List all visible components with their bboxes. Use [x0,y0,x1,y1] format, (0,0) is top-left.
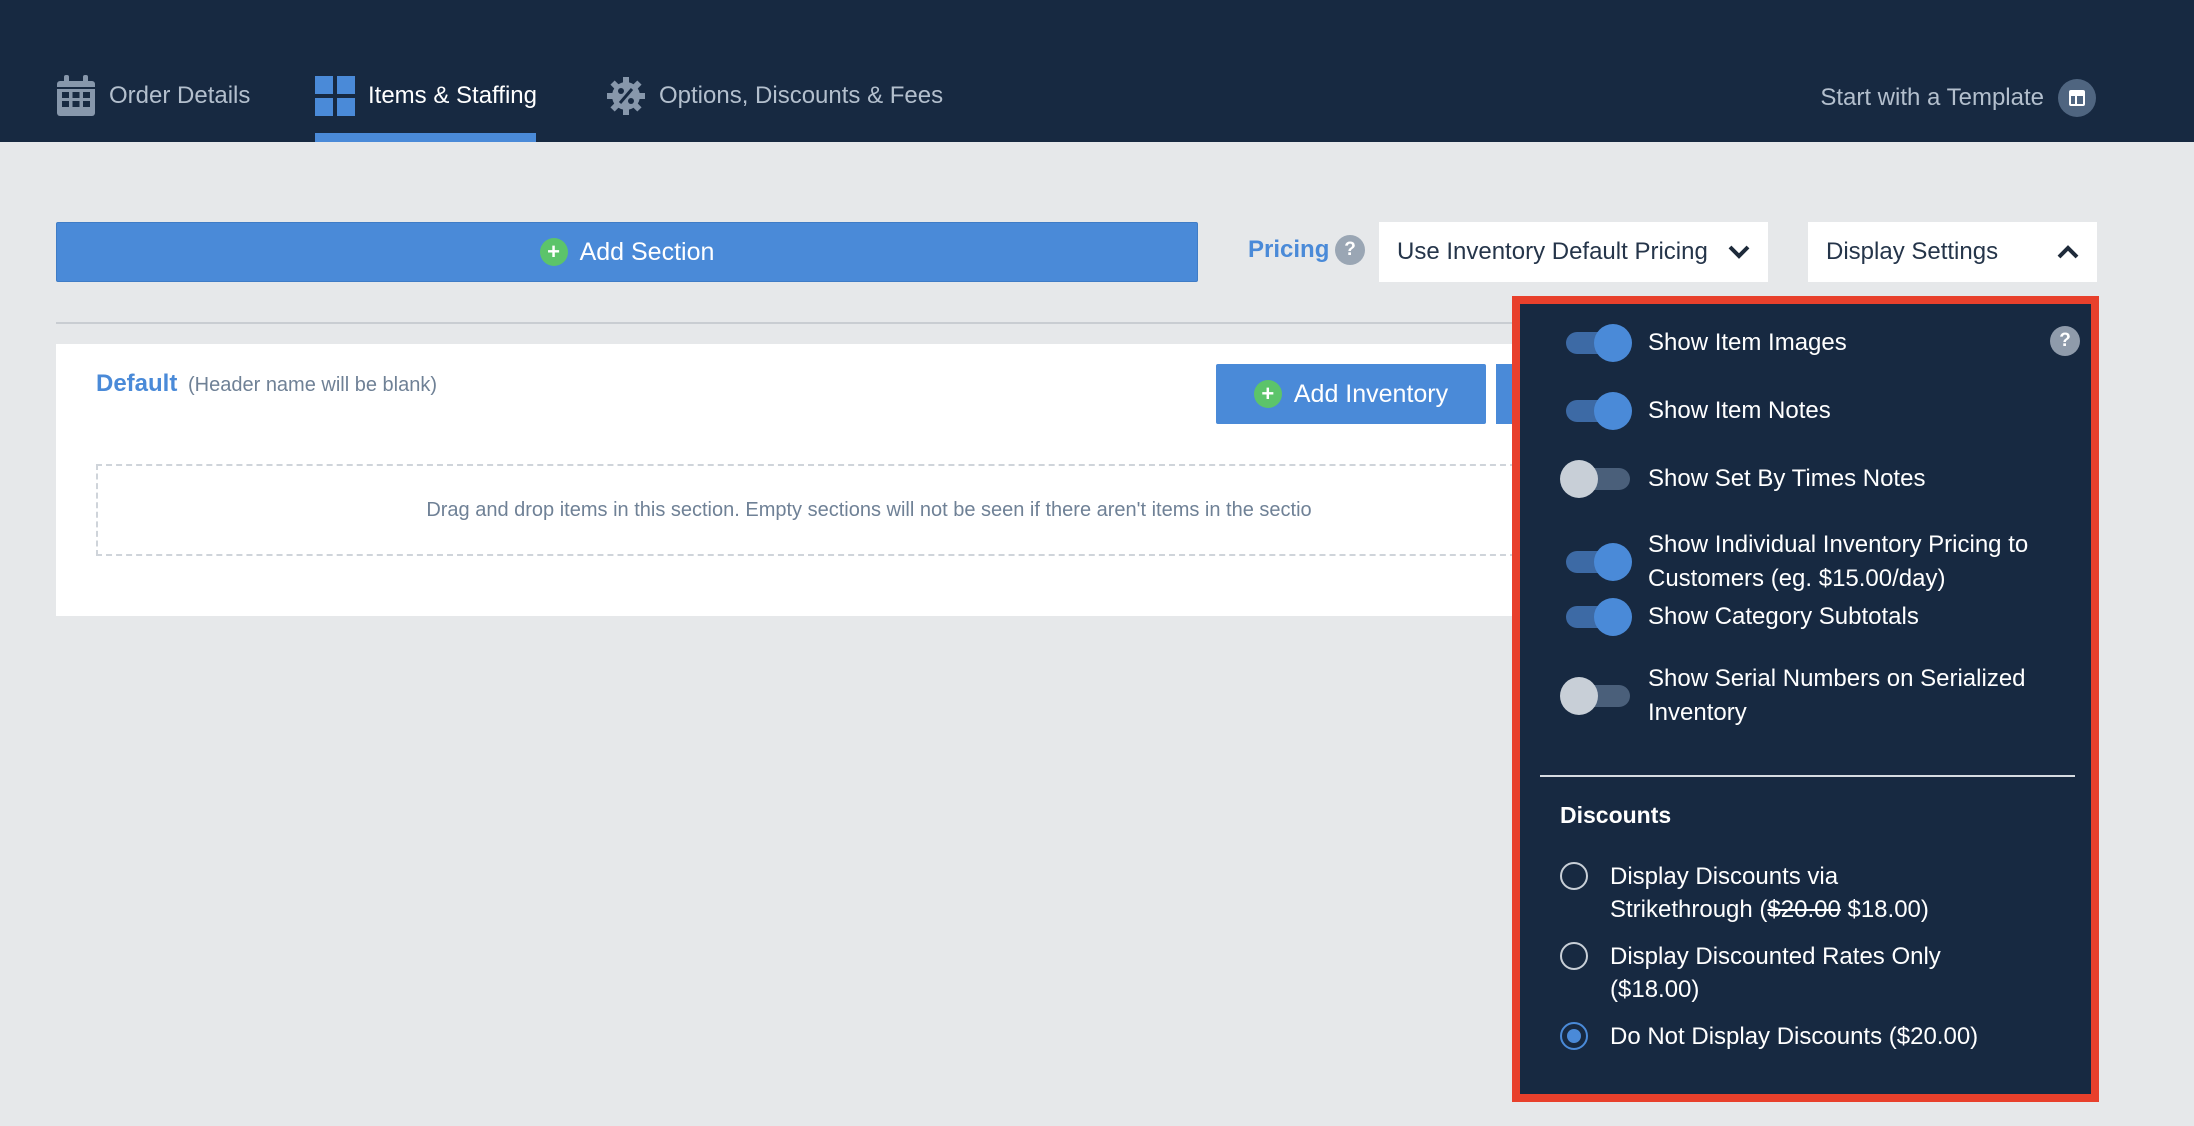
radio-label-line1: Display Discounts via [1610,863,1839,890]
top-nav: Order Details Items & Staffing Options, … [0,0,2194,142]
discount-option-strikethrough[interactable]: Display Discounts via Strikethrough ($20… [1560,860,1929,926]
panel-divider [1540,775,2075,777]
pricing-help-icon[interactable]: ? [1335,235,1365,265]
calendar-icon [57,75,95,116]
toggle-label: Show Set By Times Notes [1648,465,1926,492]
discount-gear-icon [607,77,645,115]
tab-label: Items & Staffing [368,82,537,109]
radio-label-suffix: $18.00) [1840,896,1929,923]
pricing-select-value: Use Inventory Default Pricing [1397,238,1708,265]
show-item-images-toggle[interactable] [1562,324,1632,362]
pricing-select[interactable]: Use Inventory Default Pricing [1379,222,1768,282]
chevron-up-icon [2057,245,2079,259]
radio-do-not-display[interactable] [1560,1022,1588,1050]
tab-order-details[interactable]: Order Details [56,74,250,118]
show-category-subtotals-toggle[interactable] [1562,598,1632,636]
tab-label: Options, Discounts & Fees [659,82,944,109]
dropzone-text: Drag and drop items in this section. Emp… [426,498,1312,521]
toggle-label: Show Serial Numbers on Serialized Invent… [1648,665,2026,726]
add-section-button[interactable]: + Add Section [56,222,1198,282]
discount-option-do-not-display[interactable]: Do Not Display Discounts ($20.00) [1560,1020,1978,1053]
toggle-label: Show Individual Inventory Pricing to Cus… [1648,531,2029,592]
add-section-label: Add Section [579,237,715,266]
section-subtitle: (Header name will be blank) [188,374,438,396]
toggle-row-item-images: Show Item Images [1562,324,1847,362]
radio-label-line1: Display Discounted Rates Only [1610,943,1941,970]
toggle-row-set-by-times: Show Set By Times Notes [1560,460,1926,498]
show-item-notes-toggle[interactable] [1562,392,1632,430]
toggle-label: Show Category Subtotals [1648,603,1919,630]
strikethrough-price: $20.00 [1767,896,1841,923]
chevron-down-icon [1728,245,1750,259]
start-with-template-link[interactable]: Start with a Template [1820,77,2096,119]
plus-icon: + [539,238,568,266]
radio-rates-only[interactable] [1560,942,1588,970]
plus-icon: + [1253,380,1282,408]
radio-label: Do Not Display Discounts ($20.00) [1610,1023,1979,1050]
toggle-row-individual-pricing: Show Individual Inventory Pricing to Cus… [1562,528,2068,596]
grid-icon [315,76,355,116]
radio-label: Display Discounted Rates Only ($18.00) [1610,940,1941,1006]
add-inventory-button[interactable]: + Add Inventory [1216,364,1486,424]
show-set-by-times-notes-toggle[interactable] [1560,460,1630,498]
display-settings-panel: ? Show Item Images Show Item Notes Show … [1512,296,2099,1102]
toggle-row-category-subtotals: Show Category Subtotals [1562,598,1919,636]
show-individual-pricing-toggle[interactable] [1562,543,1632,581]
section-dropzone[interactable]: Drag and drop items in this section. Emp… [96,464,1516,556]
tab-options-discounts-fees[interactable]: Options, Discounts & Fees [606,74,943,118]
tab-items-staffing[interactable]: Items & Staffing [315,74,537,118]
discount-option-rates-only[interactable]: Display Discounted Rates Only ($18.00) [1560,940,1941,1006]
toggle-row-item-notes: Show Item Notes [1562,392,1831,430]
radio-strikethrough[interactable] [1560,862,1588,890]
active-tab-indicator [315,133,536,142]
radio-label-prefix: Strikethrough ( [1610,896,1768,923]
pricing-label: Pricing [1248,236,1330,263]
settings-help-icon[interactable]: ? [2050,326,2080,356]
section-title[interactable]: Default [96,370,177,398]
discounts-heading: Discounts [1560,802,1672,828]
template-icon [2058,79,2096,117]
display-settings-select[interactable]: Display Settings [1808,222,2097,282]
toggle-row-serial-numbers: Show Serial Numbers on Serialized Invent… [1560,662,2068,730]
toggle-label: Show Item Notes [1648,397,1831,424]
section-card-default: Default (Header name will be blank) + Ad… [56,344,1516,616]
divider [56,322,1516,324]
show-serial-numbers-toggle[interactable] [1560,677,1630,715]
toggle-label: Show Item Images [1648,329,1847,356]
display-settings-label: Display Settings [1826,238,1999,265]
template-link-label: Start with a Template [1820,84,2044,111]
radio-label-line2: ($18.00) [1610,976,1700,1003]
add-inventory-label: Add Inventory [1293,379,1449,408]
tab-label: Order Details [109,82,251,109]
radio-label: Display Discounts via Strikethrough ($20… [1610,860,1929,926]
